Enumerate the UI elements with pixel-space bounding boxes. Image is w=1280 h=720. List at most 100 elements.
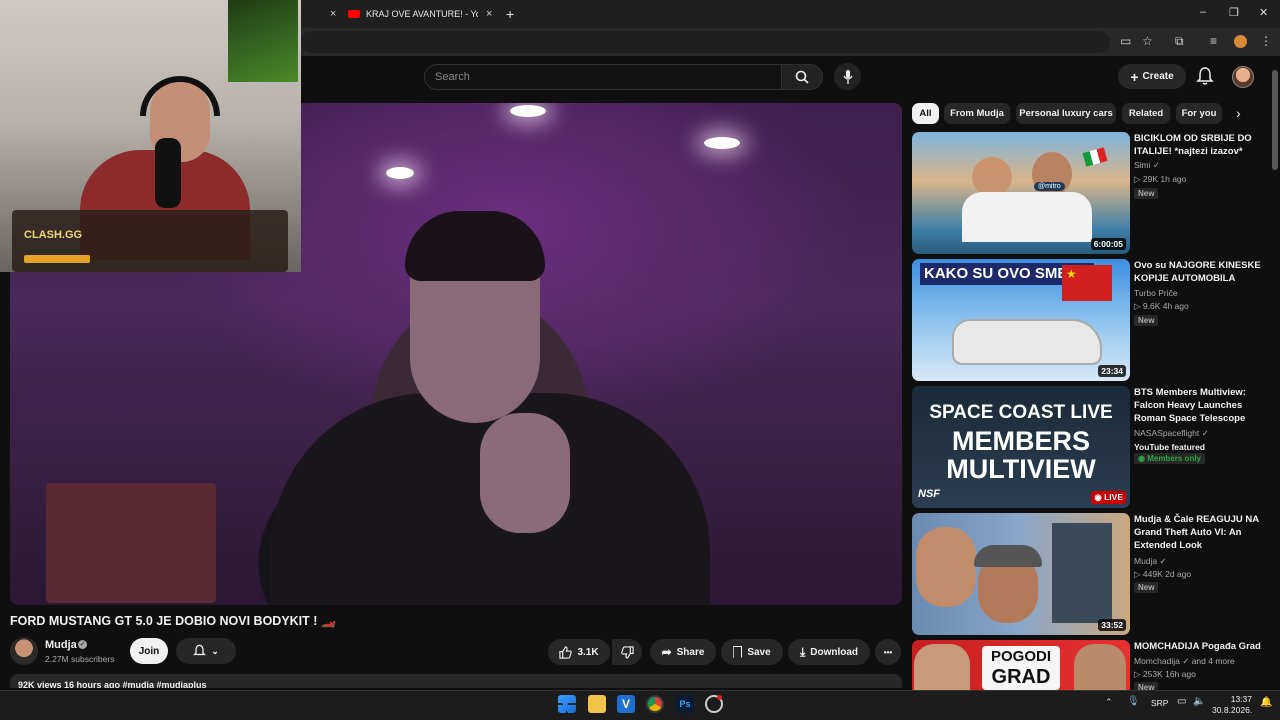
language-indicator[interactable]: SRP [1151,698,1168,708]
chip-from-mudja[interactable]: From Mudja [944,103,1010,124]
kebab-menu-icon[interactable]: ⋮ [1260,34,1272,48]
profile-icon[interactable] [1234,35,1247,48]
chip-personal-luxury-cars[interactable]: Personal luxury cars [1016,103,1116,124]
tab-active[interactable]: KRAJ OVE AVANTURE! - YouTube × [348,2,498,26]
live-label: LIVE [1104,492,1123,502]
network-icon[interactable]: ▭ [1177,696,1186,707]
channel-suffix: and 4 more [1191,656,1235,666]
plus-icon[interactable]: + [506,6,514,22]
new-badge: New [1134,682,1159,690]
chip-all[interactable]: All [912,103,939,124]
views-and-date: 92K views 16 hours ago #mudja #mudjaplus [18,680,207,688]
recommendation-channel[interactable]: Simi ✓ [1134,160,1270,171]
video-duration: 6:00:05 [1090,238,1126,250]
chip-related[interactable]: Related [1122,103,1170,124]
bell-icon [193,644,207,656]
minimize-button[interactable]: – [1200,6,1206,18]
verified-check-icon: ✓ [1182,656,1190,666]
members-only-badge: ◉ Members only [1134,453,1205,464]
search-button[interactable] [781,64,823,90]
video-description-box[interactable]: 92K views 16 hours ago #mudja #mudjaplus [10,674,902,688]
cast-icon[interactable]: ▭ [1120,34,1131,48]
search-input[interactable]: Search [424,64,782,90]
more-actions-button[interactable]: ••• [875,639,901,665]
thumb-person [914,644,970,690]
recommendation-channel[interactable]: NASASpaceflight ✓ [1134,428,1270,439]
thumb-caption-line: MEMBERS [951,426,1090,456]
windows-taskbar [0,690,1280,720]
file-explorer-icon[interactable] [588,695,606,713]
recommendation-thumbnail[interactable]: 33:52 [912,513,1130,635]
bookmark-icon [733,646,743,658]
scrollbar-thumb[interactable] [1272,70,1278,170]
create-button[interactable]: + Create [1118,64,1186,89]
live-icon: ◉ [1094,492,1105,502]
system-clock[interactable]: 13:37 30.8.2026. [1212,694,1252,716]
chevron-right-icon[interactable]: › [1236,105,1241,121]
recommendation-stats: ▷ 29K 1h ago [1134,174,1187,184]
share-button[interactable]: ➦ Share [650,639,716,665]
prev-tab-close[interactable]: × [322,2,336,26]
volume-icon[interactable]: 🔈 [1193,696,1205,707]
notification-center-icon[interactable]: 🔔 [1260,697,1272,708]
join-button[interactable]: Join [130,638,168,664]
account-avatar[interactable] [1232,66,1254,88]
ceiling-light [704,137,740,149]
recommendation-thumbnail[interactable]: @mitro 6:00:05 [912,132,1130,254]
close-window-button[interactable]: ✕ [1259,6,1268,19]
notifications-bell-icon[interactable] [1196,66,1214,86]
dislike-button[interactable] [612,639,642,665]
download-button[interactable]: ⤓ Download [788,639,870,665]
recommendation-title[interactable]: BTS Members Multiview: Falcon Heavy Laun… [1134,386,1270,425]
share-label: Share [676,646,705,658]
voice-search-button[interactable] [834,63,861,90]
microphone-tray-icon[interactable]: 🎙 [1127,696,1140,707]
close-icon[interactable]: × [486,8,492,20]
extensions-icon[interactable]: ⧉ [1175,34,1184,49]
close-icon[interactable]: × [330,8,336,20]
verified-check-icon: ✓ [1159,556,1167,566]
channel-avatar[interactable] [10,637,38,665]
thumb-car [952,319,1102,365]
recommendation-thumbnail[interactable]: SPACE COAST LIVE MEMBERS MULTIVIEW NSF ◉… [912,386,1130,508]
photoshop-icon[interactable]: Ps [676,695,694,713]
channel-name[interactable]: Mudja [45,639,77,651]
clock-time: 13:37 [1230,694,1252,704]
tab-title: KRAJ OVE AVANTURE! - YouTube [366,9,478,19]
recommendation-thumbnail[interactable]: POGODI GRAD [912,640,1130,690]
subscribe-notifications-button[interactable]: ⌄ [176,638,236,664]
save-label: Save [747,646,771,658]
recommendation-stats: ▷ 9.6K 4h ago [1134,301,1189,311]
verified-check-icon: ✓ [1152,160,1161,170]
download-icon: ⤓ [799,644,806,659]
recommendation-title[interactable]: BICIKLOM OD SRBIJE DO ITALIJE! *najtezi … [1134,132,1270,158]
bookmark-star-icon[interactable]: ☆ [1142,34,1153,48]
recommendation-stats: ▷ 253K 16h ago [1134,669,1196,679]
thumb-person [916,527,976,607]
recommendation-title[interactable]: MOMCHADIJA Pogađa Grad [1134,640,1270,653]
recommendation-thumbnail[interactable]: KAKO SU OVO SMELI? ★ 23:34 [912,259,1130,381]
search-icon [795,70,809,84]
restore-button[interactable]: ❐ [1229,6,1239,19]
recommendation-channel[interactable]: Momchadija ✓ and 4 more [1134,656,1270,667]
recommendation-title[interactable]: Mudja & Čale REAGUJU NA Grand Theft Auto… [1134,513,1270,552]
new-tab-button[interactable]: + [506,2,514,26]
channel-label: Momchadija [1134,656,1180,666]
clock-date: 30.8.2026. [1212,705,1253,715]
chrome-icon[interactable] [646,695,664,713]
video-person-hand [480,413,570,533]
viber-icon[interactable]: V [617,695,635,713]
chevron-up-icon[interactable]: ⌃ [1105,697,1113,708]
recommendation-channel[interactable]: Turbo Priče [1134,288,1270,298]
address-bar[interactable] [300,31,1110,53]
recommendation-channel[interactable]: Mudja ✓ [1134,556,1270,567]
recommendation-title[interactable]: Ovo su NAJGORE KINESKE KOPIJE AUTOMOBILA [1134,259,1270,285]
reading-list-icon[interactable]: ≡ [1210,34,1217,48]
like-count: 3.1K [577,646,599,658]
channel-label: NASASpaceflight [1134,428,1200,438]
thumbs-down-icon [620,645,634,659]
save-button[interactable]: Save [721,639,783,665]
like-button[interactable]: 3.1K [548,639,610,665]
thumb-tag: @mitro [1034,182,1065,191]
chip-for-you[interactable]: For you [1176,103,1222,124]
